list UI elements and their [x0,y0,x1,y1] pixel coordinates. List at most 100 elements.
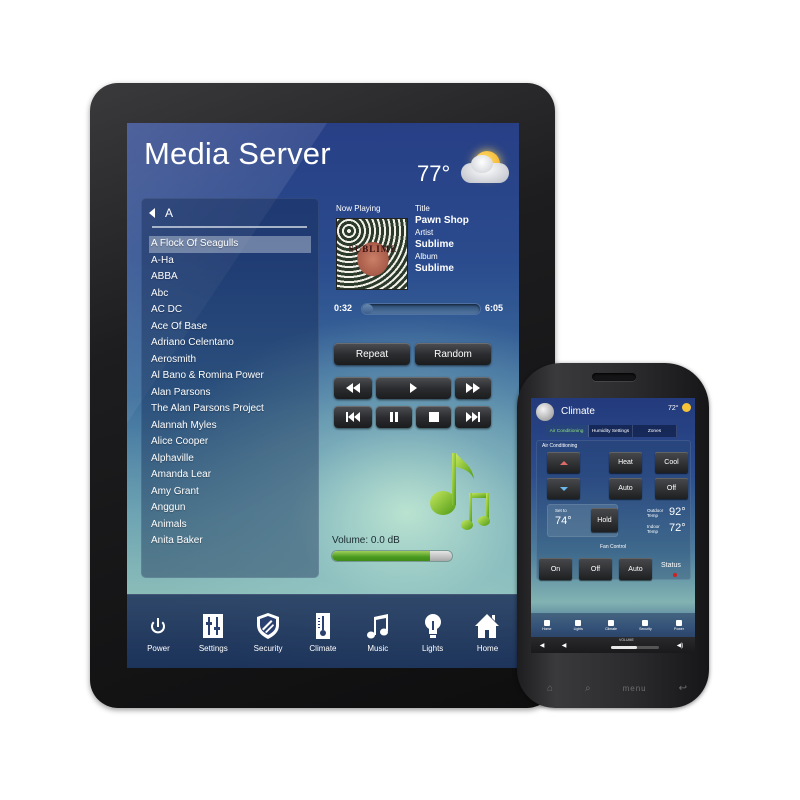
artist-list-item[interactable]: Alan Parsons [149,385,311,402]
back-arrow-icon[interactable] [149,208,155,218]
stop-icon [428,412,439,422]
stop-button[interactable] [416,406,451,428]
elapsed-time: 0:32 [334,303,353,313]
off-mode-button[interactable]: Off [655,478,688,499]
auto-mode-button[interactable]: Auto [609,478,642,499]
phone-nav-lights[interactable]: Lights [574,619,583,631]
nav-item-power[interactable]: Power [132,613,184,653]
repeat-button[interactable]: Repeat [334,343,410,365]
tablet-device: Media Server 77° A A Flock Of Seagulls A-… [90,83,555,708]
hardware-menu-button[interactable]: menu [623,684,647,693]
phone-bottom-navigation: Home Lights Climate Security Power [531,613,695,637]
indoor-temp-value: 72° [669,522,686,534]
artist-list-item-selected[interactable]: A Flock Of Seagulls [149,236,311,253]
fast-forward-button[interactable] [455,377,491,399]
nav-item-climate[interactable]: Climate [297,613,349,653]
nav-item-security[interactable]: Security [242,613,294,653]
previous-track-button[interactable] [334,406,372,428]
hardware-search-icon[interactable]: ⌕ [585,683,591,694]
random-button[interactable]: Random [415,343,491,365]
artist-list-item[interactable]: Adriano Celentano [149,335,311,352]
shield-icon [257,613,280,639]
fan-auto-button[interactable]: Auto [619,558,652,580]
set-point-box: Set to 74° Hold [547,504,618,537]
nav-item-lights[interactable]: Lights [407,613,459,653]
nav-label: Home [542,626,552,631]
artist-list-item[interactable]: Alphaville [149,451,311,468]
ac-section-label: Air Conditioning [542,443,578,449]
arrow-down-icon [559,486,568,491]
nav-item-home[interactable]: Home [461,613,513,653]
phone-device: Climate 72° Air Conditioning Humidity Se… [517,363,709,708]
heat-button[interactable]: Heat [609,452,642,473]
artist-list-item[interactable]: Ace Of Base [149,319,311,336]
list-letter: A [165,206,174,220]
artist-list-item[interactable]: Aerosmith [149,352,311,369]
outdoor-temp-label: Outdoor Temp [647,508,664,518]
mute-button[interactable]: ◀ [531,642,553,649]
pause-button[interactable] [376,406,412,428]
artist-list-item[interactable]: ABBA [149,269,311,286]
weather-temperature: 77° [417,161,451,186]
set-to-label: Set to [555,508,567,513]
artist-list-item[interactable]: The Alan Parsons Project [149,401,311,418]
artist-list-item[interactable]: Alice Cooper [149,434,311,451]
music-icon [366,614,388,639]
shield-icon [642,619,649,626]
tab-air-conditioning[interactable]: Air Conditioning [545,425,589,437]
tab-humidity-settings[interactable]: Humidity Settings [589,425,633,437]
artist-list-item[interactable]: Animals [149,517,311,534]
track-progress-bar[interactable] [362,304,480,314]
temp-down-button[interactable] [547,478,580,499]
nav-label: Home [476,644,499,653]
nav-item-music[interactable]: Music [352,613,404,653]
power-icon [675,619,682,626]
next-track-button[interactable] [455,406,491,428]
set-point-value: 74° [555,515,572,527]
rewind-button[interactable] [334,377,372,399]
volume-up-button[interactable]: ◀) [669,642,691,649]
artist-list-item[interactable]: AC DC [149,302,311,319]
cloud-icon [461,155,509,183]
artist-list-item[interactable]: Abc [149,286,311,303]
fan-off-button[interactable]: Off [579,558,612,580]
track-metadata: Title Pawn Shop Artist Sublime Album Sub… [415,204,469,276]
artist-list-panel: A A Flock Of Seagulls A-Ha ABBA Abc AC DC Ace… [141,198,319,578]
artist-list-item[interactable]: A-Ha [149,253,311,270]
artist-list-item[interactable]: Amanda Lear [149,467,311,484]
phone-nav-climate[interactable]: Climate [605,619,617,631]
volume-label: VOLUME [619,638,634,642]
hardware-home-icon[interactable]: ⌂ [547,683,553,694]
play-button[interactable] [376,377,451,399]
volume-down-button[interactable]: ◀ [553,642,575,649]
cool-button[interactable]: Cool [655,452,688,473]
weather-icon [682,403,691,412]
artist-list-item[interactable]: Anggun [149,500,311,517]
phone-nav-security[interactable]: Security [639,619,652,631]
bottom-navigation: Power Settings Security Climate Music Li… [127,594,519,668]
app-logo-icon[interactable] [536,403,554,421]
hardware-back-icon[interactable]: ↩ [679,683,687,694]
hold-button[interactable]: Hold [591,508,618,532]
track-artist: Sublime [415,239,454,250]
artist-list-item[interactable]: Al Bano & Romina Power [149,368,311,385]
phone-volume-fill [611,646,638,649]
phone-nav-power[interactable]: Power [674,619,684,631]
artist-list-item[interactable]: Amy Grant [149,484,311,501]
rewind-icon [346,383,360,393]
volume-slider[interactable] [332,551,452,561]
previous-track-icon [346,412,360,422]
phone-volume-slider[interactable] [611,646,659,649]
phone-speaker [592,373,636,381]
now-playing-label: Now Playing [336,204,381,213]
nav-item-settings[interactable]: Settings [187,613,239,653]
temp-up-button[interactable] [547,452,580,473]
fan-on-button[interactable]: On [539,558,572,580]
tab-zones[interactable]: Zones [633,425,677,437]
list-header[interactable]: A [149,206,173,220]
artist-list-item[interactable]: Alannah Myles [149,418,311,435]
phone-nav-home[interactable]: Home [542,619,552,631]
tablet-screen: Media Server 77° A A Flock Of Seagulls A-… [127,123,519,668]
artist-list-item[interactable]: Anita Baker [149,533,311,550]
thermometer-icon [608,619,615,626]
